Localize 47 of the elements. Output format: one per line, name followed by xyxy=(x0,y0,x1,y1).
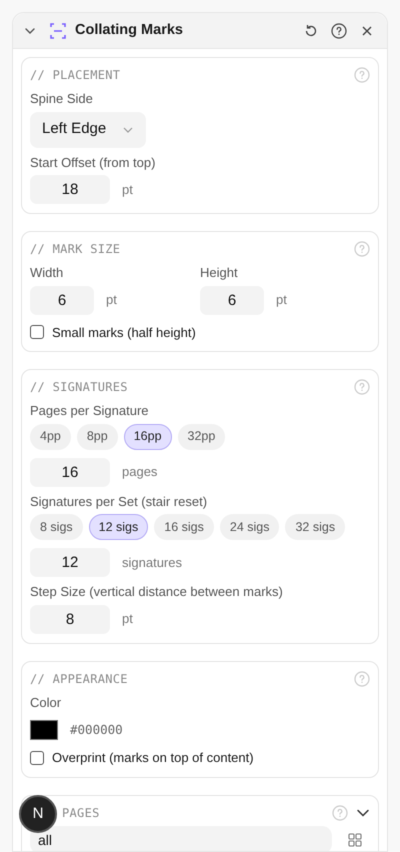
checkbox[interactable] xyxy=(30,750,44,765)
option-chip[interactable]: 24 sigs xyxy=(220,514,280,540)
option-chip[interactable]: 12 sigs xyxy=(88,514,148,540)
field-label: Step Size (vertical distance between marks) xyxy=(30,583,284,601)
pages-field[interactable]: all xyxy=(30,826,332,851)
unit-label: signatures xyxy=(122,554,182,572)
option-chip[interactable]: 16 sigs xyxy=(154,514,214,540)
checkbox-label: Overprint (marks on top of content) xyxy=(52,749,254,767)
marks-frame-icon xyxy=(49,22,67,40)
number-field[interactable]: 16 xyxy=(30,458,110,486)
grid-icon[interactable] xyxy=(348,832,362,846)
section-heading: // MARK SIZE xyxy=(30,241,120,258)
option-chip[interactable]: 32pp xyxy=(178,424,226,450)
field-label: Start Offset (from top) xyxy=(30,154,156,172)
unit-label: pt xyxy=(122,180,133,199)
select-dropdown[interactable]: Left Edge xyxy=(30,112,146,148)
unit-label: pt xyxy=(106,291,117,310)
section-heading: PAGES xyxy=(62,804,100,822)
number-field[interactable]: 6 xyxy=(30,286,94,314)
number-field[interactable]: 18 xyxy=(30,175,110,204)
field-label: Color xyxy=(30,694,62,712)
unit-label: pt xyxy=(276,291,287,310)
checkbox[interactable] xyxy=(30,325,44,340)
number-field[interactable]: 6 xyxy=(200,286,264,314)
color-swatch[interactable] xyxy=(30,720,58,740)
panel-title: Collating Marks xyxy=(75,20,183,40)
number-field[interactable]: 12 xyxy=(30,548,110,577)
option-chip[interactable]: 8pp xyxy=(76,424,118,450)
reset-icon[interactable] xyxy=(303,22,319,38)
option-chip[interactable]: 8 sigs xyxy=(30,514,83,540)
checkbox-label: Small marks (half height) xyxy=(52,324,196,342)
option-chip[interactable]: 4pp xyxy=(30,424,71,450)
field-label: Width xyxy=(30,264,64,282)
unit-label: pages xyxy=(122,463,158,482)
number-field[interactable]: 8 xyxy=(30,604,110,634)
field-label: Height xyxy=(200,264,239,282)
field-label: Spine Side xyxy=(30,90,94,108)
section-heading: // APPEARANCE xyxy=(30,670,128,688)
unit-label: pt xyxy=(122,610,133,628)
help-icon[interactable] xyxy=(331,22,347,38)
option-chip[interactable]: 32 sigs xyxy=(285,514,346,540)
color-hex-value: #000000 xyxy=(70,720,123,739)
field-label: Pages per Signature xyxy=(30,402,150,420)
section-heading: // PLACEMENT xyxy=(30,67,120,84)
section-heading: // SIGNATURES xyxy=(30,379,128,396)
option-chip[interactable]: 16pp xyxy=(124,424,172,450)
field-label: Signatures per Set (stair reset) xyxy=(30,492,208,511)
